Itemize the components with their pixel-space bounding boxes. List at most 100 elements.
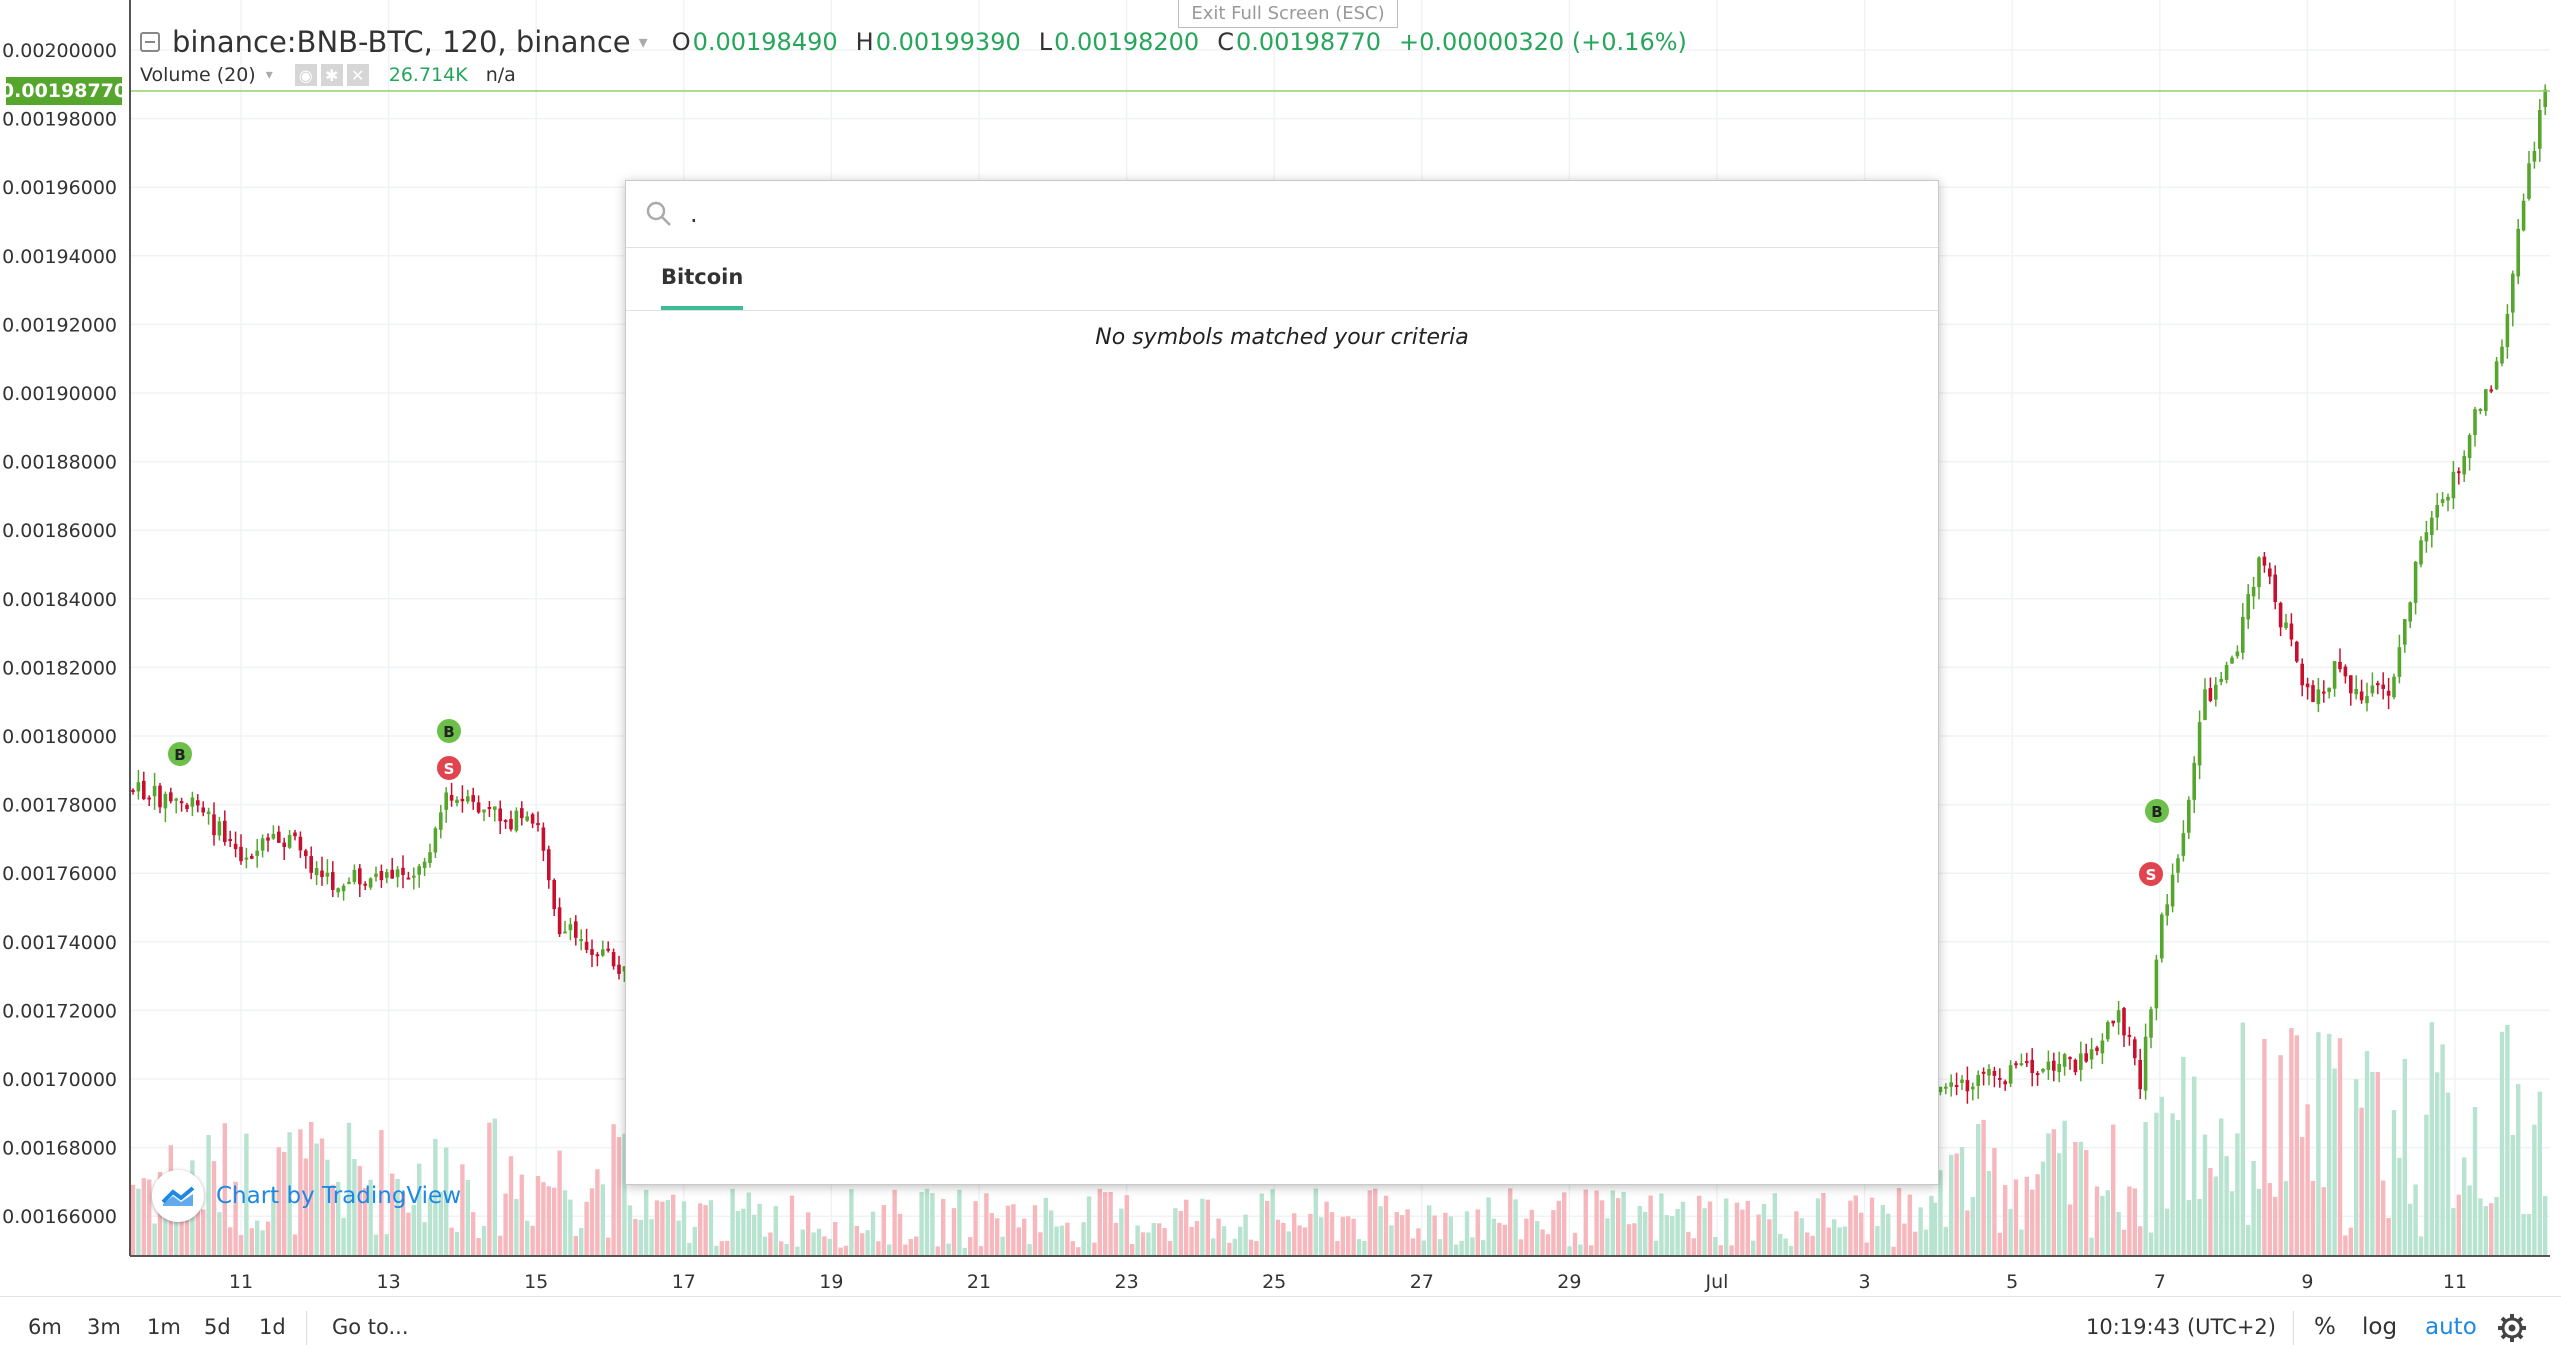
volume-bar <box>2543 1195 2548 1256</box>
time-tick-label: 7 <box>2154 1271 2166 1293</box>
candle-body <box>2392 676 2396 698</box>
price-tick-label: 0.00192000 <box>2 314 117 336</box>
chevron-down-icon[interactable]: ▾ <box>266 67 273 83</box>
candle-body <box>1944 1086 1948 1089</box>
candle-body <box>2262 556 2267 566</box>
close-icon[interactable]: ✕ <box>346 64 369 86</box>
volume-bar <box>1340 1216 1345 1256</box>
volume-bar <box>627 1205 633 1256</box>
volume-bar <box>1929 1195 1934 1256</box>
candle-body <box>363 883 367 886</box>
buy-marker[interactable]: B <box>2143 797 2171 825</box>
range-3m-button[interactable]: 3m <box>87 1297 121 1357</box>
volume-bar <box>1232 1238 1237 1256</box>
volume-bar <box>1329 1212 1335 1256</box>
sell-marker[interactable]: S <box>2137 860 2165 888</box>
volume-bar <box>1178 1210 1183 1256</box>
watermark-text: Chart by TradingView <box>216 1183 462 1209</box>
volume-bar <box>2067 1204 2073 1256</box>
range-1d-button[interactable]: 1d <box>259 1297 286 1357</box>
price-tick-label: 0.00188000 <box>2 452 117 474</box>
log-scale-toggle[interactable]: log <box>2362 1297 2397 1357</box>
volume-bar <box>2321 1187 2326 1256</box>
candle-body <box>595 954 600 957</box>
candle-body <box>439 812 443 830</box>
volume-bar <box>2175 1120 2181 1256</box>
volume-bar <box>589 1188 595 1256</box>
volume-bar <box>741 1208 746 1256</box>
volume-bar <box>1589 1245 1594 1256</box>
open-label: O <box>671 28 691 56</box>
volume-bar <box>876 1241 881 1256</box>
candle-body <box>401 867 405 875</box>
candle-body <box>2219 678 2223 682</box>
volume-bar <box>1038 1232 1043 1256</box>
volume-bar <box>228 1227 233 1256</box>
volume-bar <box>660 1201 665 1256</box>
candle-body <box>2068 1057 2072 1060</box>
gear-icon[interactable]: ✱ <box>320 64 343 86</box>
volume-bar <box>1491 1218 1497 1256</box>
gear-icon[interactable] <box>2497 1313 2527 1343</box>
candle-body <box>2354 689 2358 695</box>
volume-bar <box>1319 1217 1324 1256</box>
candle-body <box>174 798 178 801</box>
buy-marker[interactable]: B <box>166 740 194 768</box>
volume-bar <box>1648 1195 1653 1256</box>
candle-body <box>169 792 173 802</box>
volume-label[interactable]: Volume (20) <box>140 64 256 86</box>
bottom-toolbar: 6m 3m 1m 5d 1d Go to... 10:19:43 (UTC+2)… <box>0 1296 2561 1364</box>
volume-bar <box>1486 1197 1491 1256</box>
candle-body <box>2025 1061 2029 1064</box>
range-5d-button[interactable]: 5d <box>204 1297 231 1357</box>
volume-bar <box>487 1122 492 1256</box>
symbol-search-input[interactable] <box>688 199 1792 229</box>
volume-bar <box>2370 1072 2375 1256</box>
eye-icon[interactable]: ◉ <box>294 64 317 86</box>
price-tick-label: 0.00196000 <box>2 177 117 199</box>
volume-bar <box>2219 1118 2224 1256</box>
chevron-down-icon[interactable]: ▾ <box>639 32 648 53</box>
volume-bar <box>1869 1197 1875 1256</box>
symbol-title[interactable]: binance:BNB-BTC, 120, binance <box>172 25 631 59</box>
volume-bar <box>1011 1204 1016 1256</box>
time-tick-label: 29 <box>1557 1271 1581 1293</box>
sell-marker[interactable]: S <box>435 754 463 782</box>
volume-bar <box>1000 1236 1005 1256</box>
volume-bar <box>1049 1210 1054 1256</box>
tradingview-watermark[interactable]: Chart by TradingView <box>152 1170 461 1222</box>
percent-scale-toggle[interactable]: % <box>2314 1297 2336 1357</box>
buy-marker[interactable]: B <box>435 717 463 745</box>
volume-bar <box>471 1212 476 1256</box>
time-tick-label: 21 <box>967 1271 991 1293</box>
exit-fullscreen-hint[interactable]: Exit Full Screen (ESC) <box>1178 0 1398 28</box>
volume-bar <box>1788 1245 1794 1256</box>
tab-bitcoin[interactable]: Bitcoin <box>661 248 744 310</box>
collapse-legend-icon[interactable] <box>140 32 160 52</box>
price-tick-label: 0.00194000 <box>2 246 117 268</box>
volume-bar <box>1092 1242 1097 1256</box>
candle-body <box>2138 1059 2142 1090</box>
volume-bar <box>2170 1113 2175 1256</box>
range-6m-button[interactable]: 6m <box>28 1297 62 1357</box>
volume-bar <box>2094 1186 2100 1256</box>
volume-bar <box>2424 1114 2429 1256</box>
goto-date-button[interactable]: Go to... <box>332 1297 409 1357</box>
marker-label: S <box>444 760 455 778</box>
volume-bar <box>1259 1193 1264 1256</box>
search-tabs: Bitcoin <box>626 248 1938 311</box>
range-1m-button[interactable]: 1m <box>147 1297 181 1357</box>
volume-bar <box>2440 1044 2445 1256</box>
auto-scale-toggle[interactable]: auto <box>2425 1297 2477 1357</box>
volume-bar <box>1734 1202 1740 1256</box>
candle-body <box>2111 1020 2115 1024</box>
last-price-label: 0.00198770 <box>1 77 127 105</box>
volume-bar <box>1826 1227 1831 1256</box>
candle-body <box>1954 1084 1959 1087</box>
volume-bar <box>260 1230 265 1256</box>
volume-bar <box>1097 1188 1102 1256</box>
volume-bar <box>454 1231 460 1256</box>
volume-bar <box>1799 1218 1804 1256</box>
volume-bar <box>503 1193 508 1256</box>
volume-bar <box>1664 1215 1669 1256</box>
